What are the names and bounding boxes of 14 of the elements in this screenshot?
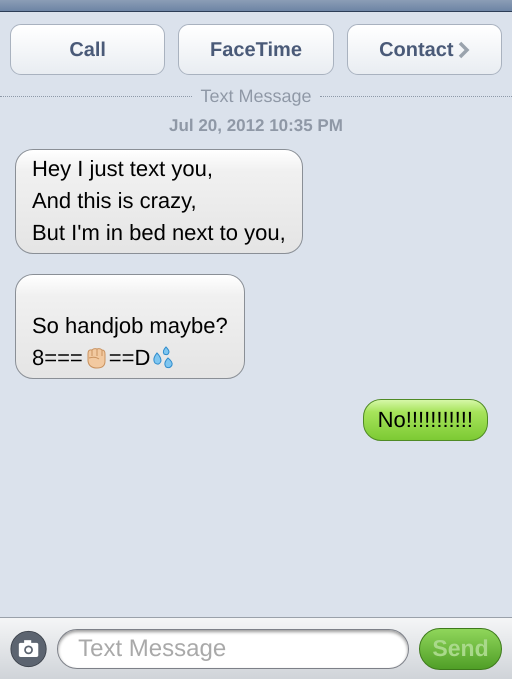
message-text: But I'm in bed next to you, <box>32 218 286 247</box>
message-text: 8=== <box>32 344 83 372</box>
action-button[interactable]: FaceTime <box>178 24 334 75</box>
message-input[interactable]: Text Message <box>57 628 410 668</box>
message-text: Hey I just text you, <box>32 154 213 183</box>
message-text: And this is crazy, <box>32 186 197 215</box>
message-text: So handjob maybe? <box>32 312 228 340</box>
contact-button[interactable]: Contact <box>346 24 502 75</box>
message-text: No!!!!!!!!!!! <box>378 406 473 434</box>
message-text: ==D <box>108 344 150 372</box>
action-button[interactable]: Call <box>10 24 166 75</box>
channel-label: Text Message <box>200 85 312 108</box>
timestamp: Jul 20, 2012 10:35 PM <box>168 115 344 137</box>
chevron-icon <box>458 40 470 58</box>
